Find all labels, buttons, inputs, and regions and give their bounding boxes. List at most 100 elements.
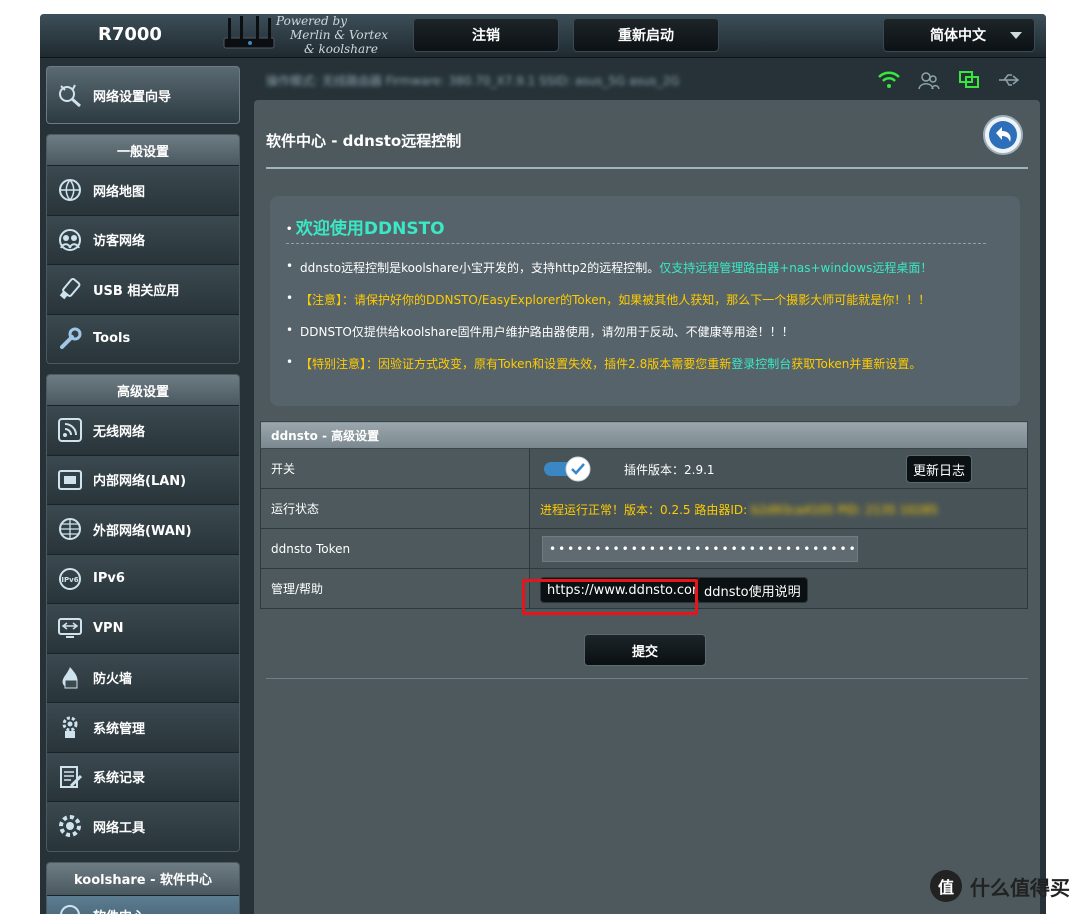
chevron-down-icon — [1010, 32, 1022, 39]
table-row: 开关 插件版本：2.9.1 更新日志 — [260, 448, 1028, 489]
sidebar-item-administration[interactable]: 系统管理 — [47, 702, 239, 752]
run-status-message: 进程运行正常！版本：0.2.5 路由器ID: — [540, 503, 748, 517]
koolshare-heading: koolshare - 软件中心 — [47, 862, 239, 895]
table-row: 运行状态 进程运行正常！版本：0.2.5 路由器ID: b2d93ca4105 … — [260, 488, 1028, 529]
token-label: ddnsto Token — [260, 528, 530, 569]
sidebar-item-network-tools[interactable]: 网络工具 — [47, 801, 239, 851]
language-select[interactable]: 简体中文 — [883, 18, 1035, 52]
sidebar-item-label: 内部网络(LAN) — [93, 474, 187, 490]
sidebar-item-system-log[interactable]: 系统记录 — [47, 751, 239, 801]
sidebar-item-label: 网络工具 — [93, 820, 146, 836]
info-line-1: ddnsto远程控制是koolshare小宝开发的，支持http2的远程控制。仅… — [286, 259, 998, 276]
page-title: 软件中心 - ddnsto远程控制 — [266, 132, 462, 150]
title-divider — [266, 167, 1028, 169]
wan-globe-icon — [55, 514, 85, 544]
sidebar-item-guest-network[interactable]: 访客网络 — [47, 214, 239, 264]
sidebar-item-firewall[interactable]: 防火墙 — [47, 652, 239, 702]
wifi-status-icon[interactable] — [878, 70, 900, 90]
advanced-settings-heading: 高级设置 — [47, 375, 239, 405]
top-banner: R7000 Powered by Merlin & Vortex & kools… — [40, 14, 1046, 58]
wrench-icon — [55, 324, 85, 354]
status-cell: 进程运行正常！版本：0.2.5 路由器ID: b2d93ca4105 PID: … — [529, 488, 1028, 529]
bottom-divider — [266, 678, 1028, 679]
general-settings-group: 一般设置 网络地图 访客网络 USB 相关应用 Tools — [46, 134, 240, 364]
globe-map-icon — [55, 175, 85, 205]
usb-status-icon[interactable] — [998, 70, 1020, 90]
network-tools-gear-icon — [55, 811, 85, 841]
sidebar-item-wan[interactable]: 外部网络(WAN) — [47, 504, 239, 554]
submit-button[interactable]: 提交 — [584, 634, 706, 666]
ddnsto-manual-button[interactable]: ddnsto使用说明 — [697, 577, 808, 603]
software-center-icon — [55, 900, 85, 914]
table-row: ddnsto Token •••••••••••••••••••••••••••… — [260, 528, 1028, 569]
network-status-icon[interactable] — [958, 70, 980, 90]
router-model: R7000 — [98, 24, 162, 45]
router-admin-window: R7000 Powered by Merlin & Vortex & kools… — [40, 14, 1046, 914]
reboot-button[interactable]: 重新启动 — [573, 18, 719, 52]
welcome-title: 欢迎使用DDNSTO — [286, 214, 986, 244]
syslog-icon — [55, 762, 85, 792]
enable-toggle[interactable] — [544, 456, 592, 482]
sidebar-item-ipv6[interactable]: IPv6 IPv6 — [47, 553, 239, 603]
clients-icon[interactable] — [918, 70, 940, 90]
admin-gear-icon — [55, 712, 85, 742]
special-notice-line: 【特别注意】：因验证方式改变，原有Token和设置失效，插件2.8版本需要您重新… — [286, 355, 998, 372]
sidebar-item-label: 系统记录 — [93, 771, 146, 787]
sidebar-item-label: 软件中心 — [93, 906, 145, 914]
svg-text:IPv6: IPv6 — [61, 576, 78, 584]
firmware-info: 操作模式: 无线路由器 Firmware: 380.70_X7.9.1 SSID… — [266, 74, 680, 88]
table-heading: ddnsto - 高级设置 — [260, 421, 1028, 449]
sidebar-item-network-map[interactable]: 网络地图 — [47, 165, 239, 215]
sidebar-item-label: Tools — [93, 331, 131, 347]
sidebar-item-software-center[interactable]: 软件中心 — [47, 894, 239, 914]
wizard-icon — [55, 80, 85, 110]
sidebar-item-lan[interactable]: 内部网络(LAN) — [47, 454, 239, 504]
sidebar-item-label: 外部网络(WAN) — [93, 523, 192, 539]
firewall-icon — [55, 663, 85, 693]
sidebar-item-wireless[interactable]: 无线网络 — [47, 405, 239, 455]
sidebar-item-label: 访客网络 — [93, 234, 146, 250]
router-logo-icon — [223, 16, 275, 49]
special-notice-text-a: 【特别注意】：因验证方式改变，原有Token和设置失效，插件2.8版本需要您重新 — [300, 357, 732, 371]
sidebar-item-label: 系统管理 — [93, 721, 146, 737]
powered-by-text: Powered by Merlin & Vortex & koolshare — [276, 14, 389, 56]
setup-wizard-button[interactable]: 网络设置向导 — [46, 66, 240, 124]
switch-cell: 插件版本：2.9.1 更新日志 — [529, 448, 1028, 489]
info-line-1-text: ddnsto远程控制是koolshare小宝开发的，支持http2的远程控制。 — [300, 261, 660, 275]
switch-label: 开关 — [260, 448, 530, 489]
sidebar-item-label: IPv6 — [93, 571, 125, 587]
sidebar-item-label: 防火墙 — [93, 672, 133, 688]
sidebar-item-vpn[interactable]: VPN — [47, 603, 239, 653]
sidebar-item-label: 网络地图 — [93, 184, 146, 200]
sidebar-item-tools[interactable]: Tools — [47, 313, 239, 363]
usage-notice-line: DDNSTO仅提供给koolshare固件用户维护路由器使用，请勿用于反动、不健… — [286, 323, 998, 340]
logout-button[interactable]: 注销 — [413, 18, 559, 52]
wireless-icon — [55, 415, 85, 445]
back-icon[interactable] — [982, 114, 1024, 156]
help-label: 管理/帮助 — [260, 568, 530, 609]
status-label: 运行状态 — [260, 488, 530, 529]
run-status-text: 进程运行正常！版本：0.2.5 路由器ID: b2d93ca4105 PID: … — [540, 501, 938, 518]
sidebar-item-usb[interactable]: USB 相关应用 — [47, 264, 239, 314]
usb-icon — [55, 274, 85, 304]
general-settings-heading: 一般设置 — [47, 135, 239, 165]
token-input[interactable]: •••••••••••••••••••••••••••••••••• — [542, 536, 858, 562]
changelog-button[interactable]: 更新日志 — [906, 455, 973, 483]
language-value: 简体中文 — [930, 28, 986, 44]
wizard-label: 网络设置向导 — [93, 89, 172, 105]
lan-icon — [55, 465, 85, 495]
highlight-box — [522, 579, 698, 615]
vpn-icon — [55, 613, 85, 643]
sidebar-item-label: VPN — [93, 620, 124, 636]
watermark-text: 什么值得买 — [970, 875, 1070, 900]
console-login-link[interactable]: 登录控制台 — [731, 357, 791, 371]
sidebar-item-label: 无线网络 — [93, 424, 146, 440]
sidebar: 网络设置向导 一般设置 网络地图 访客网络 USB 相关应用 Tools 高级设… — [46, 66, 240, 914]
welcome-box: 欢迎使用DDNSTO ddnsto远程控制是koolshare小宝开发的，支持h… — [270, 196, 1020, 406]
advanced-settings-group: 高级设置 无线网络 内部网络(LAN) 外部网络(WAN) IPv6 IPv6 … — [46, 374, 240, 852]
koolshare-group: koolshare - 软件中心 软件中心 — [46, 861, 240, 914]
plugin-version: 插件版本：2.9.1 — [624, 463, 715, 477]
status-icons — [878, 70, 1020, 90]
router-id: b2d93ca4105 PID: 2135 10285 — [751, 503, 938, 517]
watermark: 值 什么值得买 — [930, 870, 1070, 902]
